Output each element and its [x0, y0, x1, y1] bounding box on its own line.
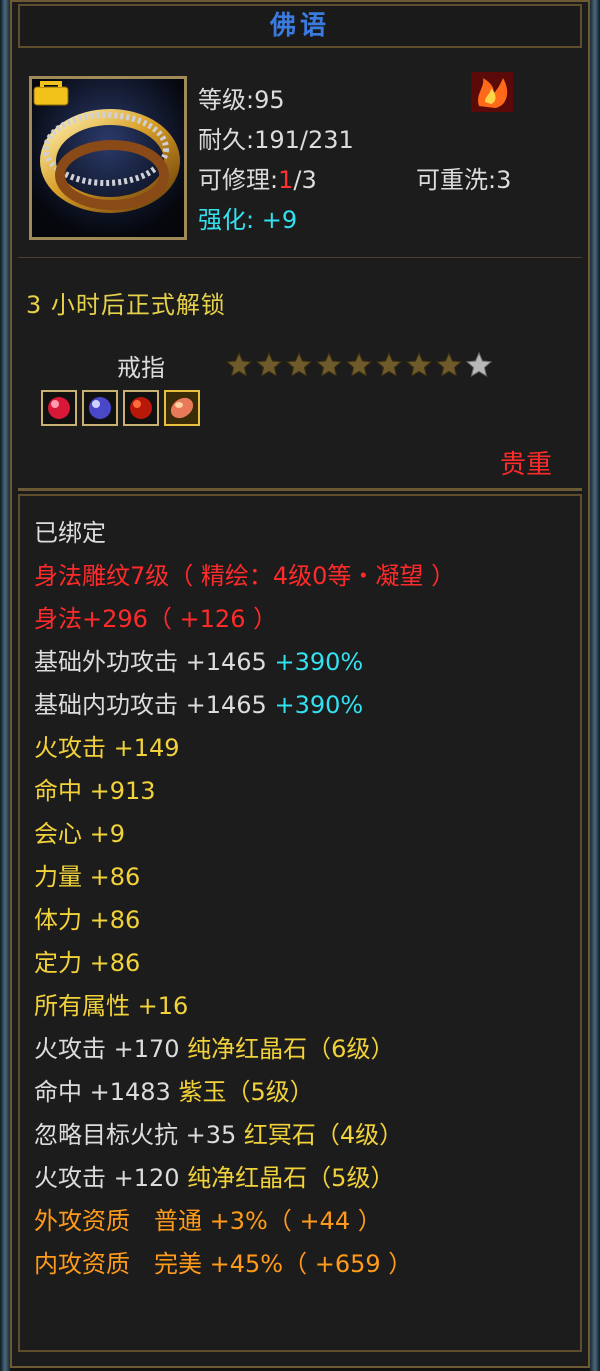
attribute-text: 纯净红晶石（5级） — [187, 1164, 395, 1192]
attribute-text: 忽略目标火抗 +35 — [34, 1121, 244, 1149]
attribute-text: +390% — [274, 691, 364, 719]
enhance-text: 强化: +9 — [198, 206, 298, 234]
attribute-text: 命中 +1483 — [34, 1078, 179, 1106]
rewash-text: 可重洗:3 — [416, 166, 512, 194]
unlock-countdown: 3 小时后正式解锁 — [26, 291, 226, 319]
star-filled-icon — [435, 351, 463, 378]
attribute-text: 火攻击 +120 — [34, 1164, 188, 1192]
attribute-text: 身法雕纹7级（ 精绘：4级0等・凝望 ） — [34, 562, 456, 590]
attribute-line: 力量 +86 — [34, 862, 140, 892]
attribute-line: 体力 +86 — [34, 905, 140, 935]
left-border — [0, 0, 10, 1371]
attribute-text: 力量 +86 — [34, 863, 141, 891]
star-filled-icon — [255, 351, 283, 378]
attribute-line: 外攻资质 普通 +3%（ +44 ） — [34, 1206, 382, 1236]
pink-gem-icon[interactable] — [164, 390, 200, 426]
attribute-text: 身法+296（ +126 ） — [34, 605, 278, 633]
title-bar: 佛语 — [18, 4, 582, 48]
star-empty-icon — [465, 351, 493, 378]
purple-gem-icon[interactable] — [82, 390, 118, 426]
lock-badge-icon — [33, 81, 69, 106]
attribute-text: 命中 +913 — [34, 777, 156, 805]
level-text: 等级:95 — [198, 86, 285, 114]
attribute-list: 已绑定身法雕纹7级（ 精绘：4级0等・凝望 ） 身法+296（ +126 ） 基础外… — [18, 494, 582, 1352]
rarity-label: 贵重 — [500, 450, 553, 480]
section-divider — [18, 488, 582, 491]
attribute-text: 红冥石（4级） — [243, 1121, 404, 1149]
ring-icon[interactable] — [29, 76, 187, 240]
right-border — [590, 0, 600, 1371]
attribute-line: 会心 +9 — [34, 819, 125, 849]
attribute-line: 基础外功攻击 +1465 +390% — [34, 647, 363, 677]
attribute-line: 命中 +1483 紫玉（5级） — [34, 1077, 314, 1107]
star-filled-icon — [315, 351, 343, 378]
attribute-text: 火攻击 +149 — [34, 734, 180, 762]
star-filled-icon — [375, 351, 403, 378]
attribute-text: 会心 +9 — [34, 820, 126, 848]
attribute-line: 基础内功攻击 +1465 +390% — [34, 690, 363, 720]
attribute-text: 外攻资质 普通 +3%（ +44 ） — [34, 1207, 382, 1235]
star-filled-icon — [405, 351, 433, 378]
attribute-text: 内攻资质 完美 +45%（ +659 ） — [34, 1250, 413, 1278]
gem-slots — [41, 390, 200, 426]
attribute-line: 内攻资质 完美 +45%（ +659 ） — [34, 1249, 412, 1279]
attribute-text: 火攻击 +170 — [34, 1035, 188, 1063]
attribute-line: 忽略目标火抗 +35 红冥石（4级） — [34, 1120, 403, 1150]
attribute-text: 定力 +86 — [34, 949, 141, 977]
attribute-line: 已绑定 — [34, 518, 106, 548]
attribute-text: +390% — [274, 648, 364, 676]
star-rating — [224, 350, 494, 380]
attribute-text: 基础内功攻击 +1465 — [34, 691, 275, 719]
flame-icon — [471, 72, 513, 112]
attribute-line: 火攻击 +120 纯净红晶石（5级） — [34, 1163, 394, 1193]
star-filled-icon — [345, 351, 373, 378]
attribute-line: 定力 +86 — [34, 948, 140, 978]
attribute-text: 所有属性 +16 — [34, 992, 189, 1020]
item-header: 等级:95 耐久:191/231 可修理:1/3 可重洗:3 强化: +9 — [18, 54, 582, 258]
attribute-text: 体力 +86 — [34, 906, 141, 934]
star-filled-icon — [285, 351, 313, 378]
attribute-line: 火攻击 +149 — [34, 733, 180, 763]
attribute-text: 已绑定 — [34, 519, 106, 547]
red-gem-icon[interactable] — [123, 390, 159, 426]
attribute-text: 紫玉（5级） — [178, 1078, 314, 1106]
red-gem-icon[interactable] — [41, 390, 77, 426]
star-filled-icon — [225, 351, 253, 378]
attribute-line: 火攻击 +170 纯净红晶石（6级） — [34, 1034, 394, 1064]
attribute-text: 纯净红晶石（6级） — [187, 1035, 395, 1063]
attribute-text: 基础外功攻击 +1465 — [34, 648, 275, 676]
attribute-line: 身法雕纹7级（ 精绘：4级0等・凝望 ） — [34, 561, 455, 591]
repair-text: 可修理:1/3 — [198, 166, 317, 194]
item-name: 佛语 — [269, 11, 330, 41]
attribute-line: 命中 +913 — [34, 776, 156, 806]
durability-text: 耐久:191/231 — [198, 126, 354, 154]
item-type: 戒指 — [117, 354, 165, 382]
attribute-line: 所有属性 +16 — [34, 991, 188, 1021]
attribute-line: 身法+296（ +126 ） — [34, 604, 277, 634]
